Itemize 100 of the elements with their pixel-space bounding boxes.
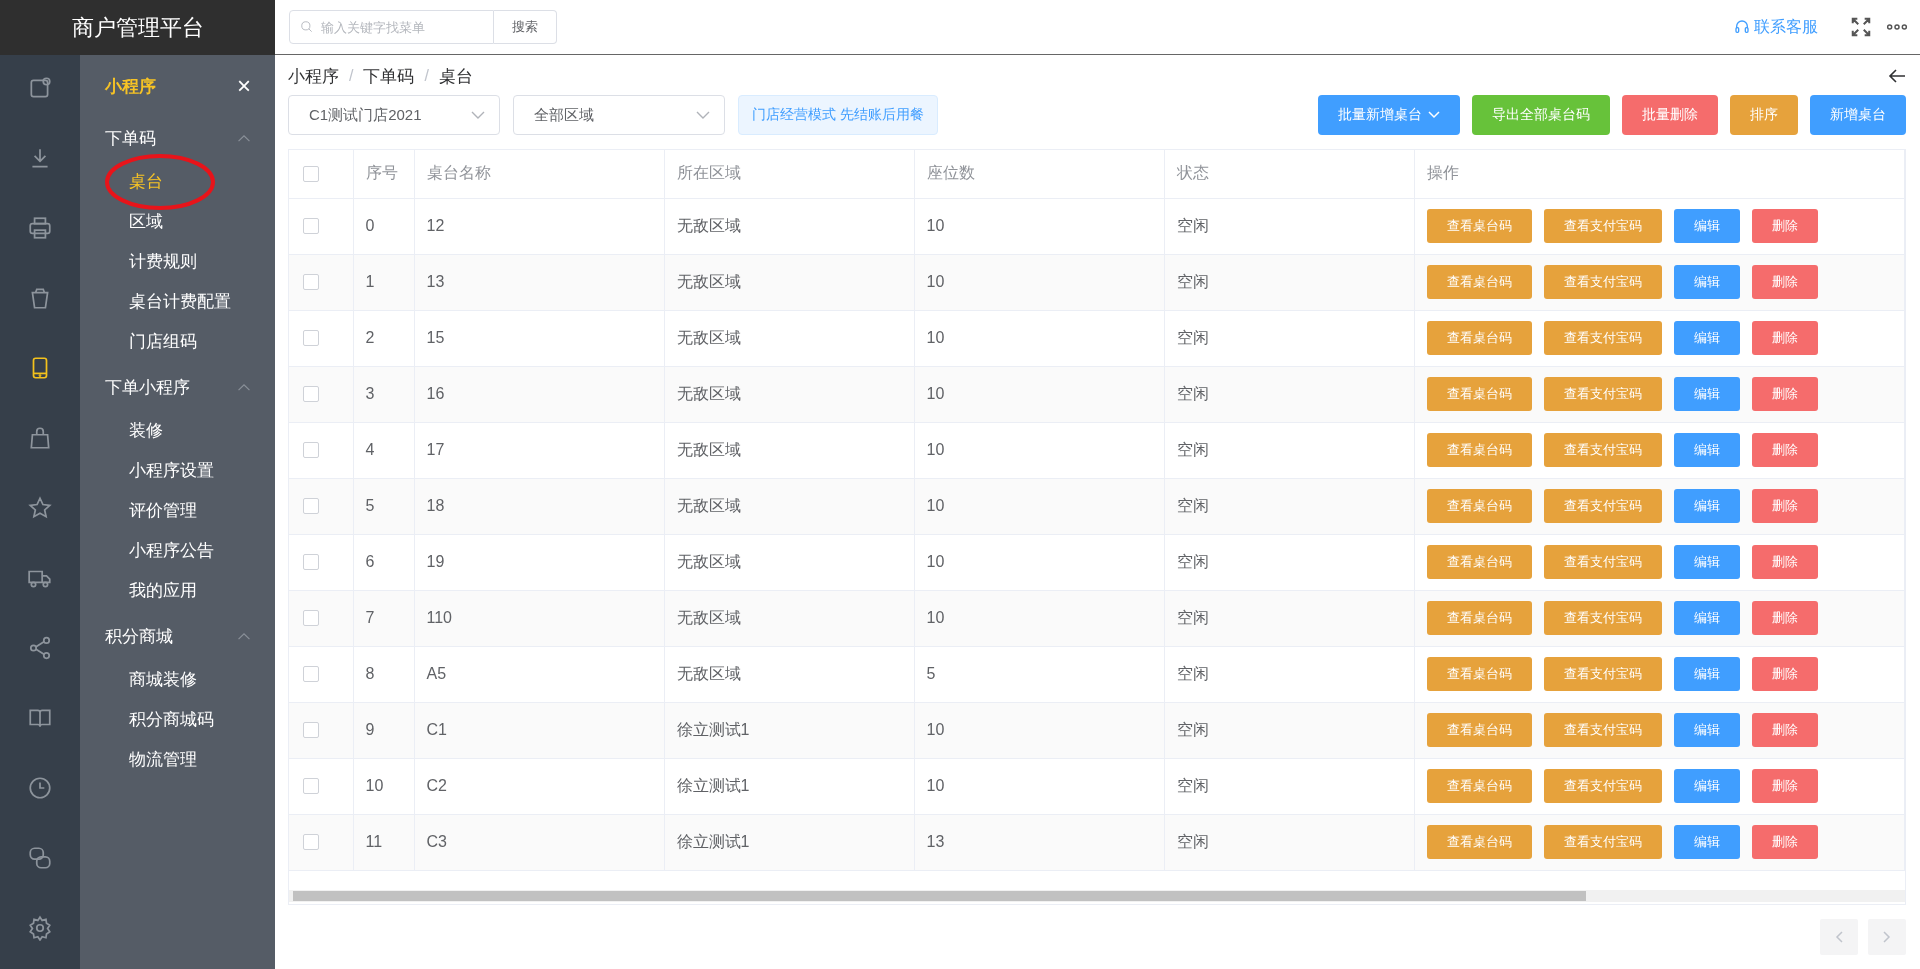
action-button[interactable]: 查看支付宝码 (1543, 769, 1662, 803)
toolbar-button[interactable]: 批量删除 (1622, 95, 1718, 135)
toolbar-button[interactable]: 排序 (1730, 95, 1798, 135)
menu-item[interactable]: 评价管理 (129, 501, 197, 520)
menu-item[interactable]: 物流管理 (129, 750, 197, 769)
action-button[interactable]: 编辑 (1673, 769, 1740, 803)
action-button[interactable]: 查看支付宝码 (1543, 321, 1662, 355)
card-icon[interactable] (27, 75, 53, 101)
contact-link[interactable]: 联系客服 (1734, 16, 1818, 38)
action-button[interactable]: 编辑 (1673, 209, 1740, 243)
select-field[interactable]: C1测试门店2021 (288, 95, 500, 135)
menu-group[interactable]: 下单小程序 (80, 367, 275, 407)
action-button[interactable]: 编辑 (1673, 657, 1740, 691)
action-button[interactable]: 编辑 (1673, 601, 1740, 635)
toolbar-button[interactable]: 批量新增桌台 (1318, 95, 1460, 135)
menu-item[interactable]: 小程序公告 (129, 541, 214, 560)
action-button[interactable]: 编辑 (1673, 321, 1740, 355)
action-button[interactable]: 删除 (1751, 545, 1818, 579)
checkbox[interactable] (303, 722, 319, 738)
horizontal-scrollbar[interactable] (289, 890, 1905, 902)
action-button[interactable]: 查看支付宝码 (1543, 433, 1662, 467)
close-button[interactable]: × (237, 72, 251, 100)
breadcrumb-item[interactable]: 下单码 (363, 64, 415, 88)
checkbox[interactable] (303, 666, 319, 682)
action-button[interactable]: 删除 (1751, 769, 1818, 803)
search-field[interactable]: 输入关键字找菜单 (289, 10, 494, 44)
menu-item[interactable]: 我的应用 (129, 581, 197, 600)
action-button[interactable]: 编辑 (1673, 377, 1740, 411)
checkbox[interactable] (303, 834, 319, 850)
action-button[interactable]: 查看桌台码 (1426, 209, 1532, 243)
printer-icon[interactable] (27, 215, 53, 241)
action-button[interactable]: 查看支付宝码 (1543, 209, 1662, 243)
menu-group[interactable]: 积分商城 (80, 616, 275, 656)
menu-item[interactable]: 装修 (129, 421, 163, 440)
menu-group[interactable]: 下单码 (80, 118, 275, 158)
action-button[interactable]: 查看支付宝码 (1543, 713, 1662, 747)
menu-item[interactable]: 区域 (129, 212, 163, 231)
action-button[interactable]: 查看桌台码 (1426, 433, 1532, 467)
select-field[interactable]: 全部区域 (513, 95, 725, 135)
checkbox[interactable] (303, 165, 319, 182)
action-button[interactable]: 查看桌台码 (1426, 489, 1532, 523)
action-button[interactable]: 删除 (1751, 209, 1818, 243)
checkbox[interactable] (303, 778, 319, 794)
action-button[interactable]: 删除 (1751, 657, 1818, 691)
action-button[interactable]: 删除 (1751, 265, 1818, 299)
action-button[interactable]: 查看桌台码 (1426, 265, 1532, 299)
checkbox[interactable] (303, 274, 319, 290)
action-button[interactable]: 删除 (1751, 601, 1818, 635)
action-button[interactable]: 查看桌台码 (1426, 601, 1532, 635)
action-button[interactable]: 查看支付宝码 (1543, 825, 1662, 859)
action-button[interactable]: 删除 (1751, 377, 1818, 411)
menu-item[interactable]: 小程序设置 (129, 461, 214, 480)
breadcrumb-item[interactable]: 小程序 (288, 64, 339, 88)
menu-item[interactable]: 桌台 (129, 172, 163, 191)
checkbox[interactable] (303, 498, 319, 514)
action-button[interactable]: 查看桌台码 (1426, 657, 1532, 691)
settings-icon[interactable] (27, 915, 53, 941)
link-icon[interactable] (27, 845, 53, 871)
action-button[interactable]: 查看支付宝码 (1543, 657, 1662, 691)
clock-icon[interactable] (27, 775, 53, 801)
action-button[interactable]: 删除 (1751, 825, 1818, 859)
action-button[interactable]: 查看支付宝码 (1543, 377, 1662, 411)
action-button[interactable]: 编辑 (1673, 489, 1740, 523)
checkbox[interactable] (303, 218, 319, 234)
action-button[interactable]: 查看支付宝码 (1543, 265, 1662, 299)
action-button[interactable]: 查看桌台码 (1426, 769, 1532, 803)
star-icon[interactable] (27, 495, 53, 521)
fullscreen-icon[interactable] (1850, 16, 1872, 38)
action-button[interactable]: 查看支付宝码 (1543, 489, 1662, 523)
checkbox[interactable] (303, 610, 319, 626)
checkbox[interactable] (303, 442, 319, 458)
menu-item[interactable]: 积分商城码 (129, 710, 214, 729)
bag-icon[interactable] (27, 425, 53, 451)
menu-item[interactable]: 计费规则 (129, 252, 197, 271)
action-button[interactable]: 删除 (1751, 321, 1818, 355)
action-button[interactable]: 查看桌台码 (1426, 545, 1532, 579)
checkbox[interactable] (303, 330, 319, 346)
toolbar-button[interactable]: 导出全部桌台码 (1472, 95, 1610, 135)
action-button[interactable]: 删除 (1751, 489, 1818, 523)
toolbar-button[interactable]: 新增桌台 (1810, 95, 1906, 135)
back-arrow-icon[interactable] (1888, 68, 1906, 84)
action-button[interactable]: 编辑 (1673, 825, 1740, 859)
action-button[interactable]: 编辑 (1673, 713, 1740, 747)
menu-item[interactable]: 门店组码 (129, 332, 197, 351)
menu-item[interactable]: 桌台计费配置 (129, 292, 231, 311)
action-button[interactable]: 查看支付宝码 (1543, 545, 1662, 579)
action-button[interactable]: 编辑 (1673, 265, 1740, 299)
checkbox[interactable] (303, 554, 319, 570)
share-icon[interactable] (27, 635, 53, 661)
checkbox[interactable] (303, 386, 319, 402)
action-button[interactable]: 删除 (1751, 713, 1818, 747)
search-button[interactable]: 搜索 (494, 10, 557, 44)
action-button[interactable]: 查看桌台码 (1426, 321, 1532, 355)
action-button[interactable]: 删除 (1751, 433, 1818, 467)
action-button[interactable]: 查看桌台码 (1426, 377, 1532, 411)
action-button[interactable]: 查看支付宝码 (1543, 601, 1662, 635)
action-button[interactable]: 编辑 (1673, 545, 1740, 579)
action-button[interactable]: 查看桌台码 (1426, 713, 1532, 747)
action-button[interactable]: 查看桌台码 (1426, 825, 1532, 859)
menu-item[interactable]: 商城装修 (129, 670, 197, 689)
